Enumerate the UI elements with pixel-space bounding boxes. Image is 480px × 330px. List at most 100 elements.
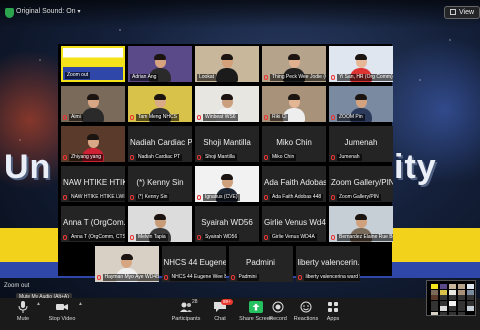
participant-tile[interactable]: Hayman Myo Aye WD4B <box>94 246 159 282</box>
muted-mic-icon <box>331 235 335 240</box>
participant-tile[interactable]: Zoom out <box>61 46 125 82</box>
participant-name-label: NAW HTIKE HTIKE LWIN(CT... <box>69 194 125 201</box>
apps-button[interactable]: Apps <box>313 301 353 322</box>
apps-label: Apps <box>326 316 340 322</box>
thumbnail-tile <box>449 300 456 306</box>
muted-mic-icon <box>264 115 268 120</box>
audio-options-caret-icon[interactable]: ▲ <box>36 301 41 307</box>
participant-tile[interactable]: Shoji Mantilla Shoji Mantilla <box>195 126 259 162</box>
participant-tile[interactable]: Melvin Tapia <box>128 206 192 242</box>
participant-tile[interactable]: Zoom Gallery/PIN Zoom Gallery/PIN <box>329 166 393 202</box>
thumbnail-tile <box>431 300 438 306</box>
zoom-out-hint[interactable]: Zoom out <box>4 283 29 289</box>
muted-mic-icon <box>264 155 268 160</box>
participant-name-label: Thing Peck Wee Jodie (OrgComm) <box>270 74 326 81</box>
security-shield-icon[interactable] <box>5 8 14 18</box>
original-sound-toggle[interactable]: Original Sound: On ▾ <box>16 8 81 15</box>
participant-name-label: Adrian Ang <box>130 74 159 81</box>
thumbnail-tile <box>458 311 465 315</box>
participant-hair <box>87 94 99 100</box>
participant-tile[interactable]: Girlie Venus Wd4... Girlie Venus WD4A <box>262 206 326 242</box>
participant-name-label: Nadiah Cardiac PT <box>136 154 183 161</box>
participant-tile[interactable]: Aimi <box>61 86 125 122</box>
participant-tile[interactable]: NAW HTIKE HTIK... NAW HTIKE HTIKE LWIN(CT… <box>61 166 125 202</box>
participant-tile[interactable]: Ada Faith Adobas... Ada Faith Adobas 448 <box>262 166 326 202</box>
participant-tile[interactable]: Anna T (OrgCom... Anna T (OrgComm, CTS) <box>61 206 125 242</box>
participant-name-label: Ada Faith Adobas 448 <box>270 194 324 201</box>
participant-tile[interactable]: (*) Kenny Sin (*) Kenny Sin <box>128 166 192 202</box>
participant-tile[interactable]: Lookat <box>195 46 259 82</box>
participant-name-center: Shoji Mantilla <box>203 138 251 147</box>
muted-mic-icon <box>130 195 134 200</box>
participant-tile[interactable]: Syairah WD56 Syairah WD56 <box>195 206 259 242</box>
participant-name-label: NHCS 44 Eugene Wee Ben... <box>169 274 226 281</box>
view-label: View <box>459 9 475 16</box>
muted-mic-icon <box>264 235 268 240</box>
participant-tile[interactable]: Yi San, HR (Org Comm) <box>329 46 393 82</box>
muted-mic-icon <box>331 115 335 120</box>
participant-name-center: NHCS 44 Eugene... <box>163 258 226 267</box>
thumbnail-tile <box>431 284 438 289</box>
participant-tile[interactable]: Winbeat WS6 <box>195 86 259 122</box>
thumbnail-tile <box>431 295 438 300</box>
muted-mic-icon <box>63 195 67 200</box>
participant-name-label: Yi San, HR (Org Comm) <box>337 74 393 81</box>
participant-tile[interactable]: Tam Meng NHCS <box>128 86 192 122</box>
participant-name-label: Lookat <box>197 74 217 81</box>
participant-name-center: liberty valencerin... <box>297 258 360 267</box>
stop-video-button[interactable]: Stop Video <box>42 301 82 322</box>
background-word-left: Un <box>4 148 52 186</box>
chevron-down-icon: ▾ <box>77 9 81 15</box>
participant-tile[interactable]: Ignatius (CVE) <box>195 166 259 202</box>
muted-mic-icon <box>197 155 201 160</box>
video-options-caret-icon[interactable]: ▲ <box>78 301 83 307</box>
participant-tile[interactable]: NHCS 44 Eugene... NHCS 44 Eugene Wee Ben.… <box>161 246 226 282</box>
participant-name-center: Nadiah Cardiac PT <box>130 138 192 147</box>
participant-tile[interactable]: Adrian Ang <box>128 46 192 82</box>
chat-label: Chat <box>214 316 226 322</box>
participant-tile[interactable]: Zhiyang yang <box>61 126 125 162</box>
thumbnail-tile <box>467 289 474 295</box>
participant-name-center: Ada Faith Adobas... <box>264 178 326 187</box>
view-button[interactable]: View <box>444 6 480 19</box>
muted-mic-icon <box>230 275 235 280</box>
participant-name-label: Zoom Gallery/PIN <box>337 194 381 201</box>
participant-name-center: Jumenah <box>344 138 378 147</box>
thumbnail-tile <box>449 306 456 311</box>
thumbnail-tile <box>449 295 456 300</box>
participant-tile[interactable]: Jumenah Jumenah <box>329 126 393 162</box>
thumbnail-tile <box>440 289 447 295</box>
meeting-toolbar: Mute ▲ Stop Video ▲ Participants 28 Chat… <box>0 298 480 330</box>
participant-tile[interactable]: Nadiah Cardiac PT Nadiah Cardiac PT <box>128 126 192 162</box>
participant-name-label: Winbeat WS6 <box>203 114 238 121</box>
thumbnail-tile <box>467 284 474 289</box>
participant-tile[interactable]: Miko Chin Miko Chin <box>262 126 326 162</box>
original-sound-label: Original Sound: On <box>16 8 76 15</box>
participant-name-label: Jumenah <box>337 154 362 161</box>
chat-unread-badge: 99+ <box>221 299 233 305</box>
participant-tile[interactable]: Bernardez Elaine Rue Bernard... <box>329 206 393 242</box>
thumbnail-tile <box>449 289 456 295</box>
participant-tile[interactable]: liberty valencerin... liberty valencerina… <box>295 246 360 282</box>
participant-tile[interactable]: ZOOM Pin <box>329 86 393 122</box>
thumbnail-tile <box>458 289 465 295</box>
participant-name-label: Zhiyang yang <box>69 154 104 161</box>
thumbnail-tile <box>440 284 447 289</box>
muted-mic-icon <box>264 75 268 80</box>
participant-name-label: Hayman Myo Aye WD4B <box>102 274 159 281</box>
participant-hair <box>154 214 166 220</box>
participant-name-label: Girlie Venus WD4A <box>270 234 317 241</box>
participant-hair <box>355 94 367 100</box>
participant-name-center: NAW HTIKE HTIK... <box>63 178 125 187</box>
muted-mic-icon <box>264 195 268 200</box>
thumbnail-tile <box>449 284 456 289</box>
participant-tile[interactable]: Padmini Padmini <box>228 246 293 282</box>
gallery-thumbnail-preview[interactable] <box>426 280 476 316</box>
participant-tile[interactable]: Thing Peck Wee Jodie (OrgComm) <box>262 46 326 82</box>
participant-name-label: (*) Kenny Sin <box>136 194 170 201</box>
participant-name-center: Miko Chin <box>276 138 312 147</box>
chat-button[interactable]: Chat <box>200 301 240 322</box>
participant-tile[interactable]: Riki Cl <box>262 86 326 122</box>
participant-name-label: Syairah WD56 <box>203 234 240 241</box>
muted-mic-icon <box>331 195 335 200</box>
